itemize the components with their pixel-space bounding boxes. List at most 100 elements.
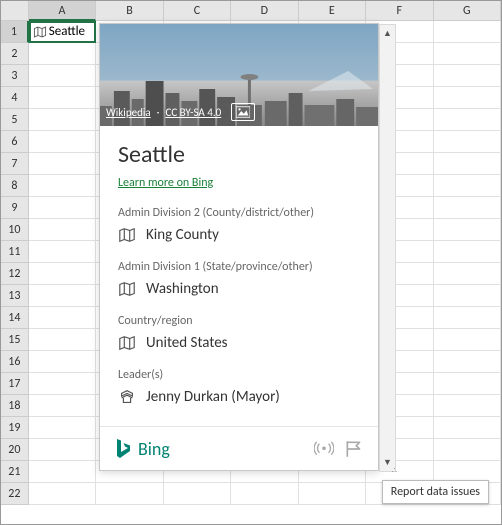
cell[interactable] — [434, 285, 501, 307]
cell[interactable] — [29, 461, 96, 483]
cell[interactable] — [434, 131, 501, 153]
cell[interactable] — [96, 483, 163, 505]
cell[interactable] — [434, 351, 501, 373]
card-field: Leader(s) Jenny Durkan (Mayor) — [118, 368, 360, 406]
cell[interactable] — [29, 197, 96, 219]
cell[interactable] — [29, 219, 96, 241]
cell[interactable] — [29, 417, 96, 439]
cell[interactable] — [434, 153, 501, 175]
field-value-text: Washington — [146, 280, 219, 298]
row-header[interactable]: 3 — [1, 65, 29, 87]
field-value[interactable]: United States — [118, 334, 360, 352]
select-all-corner[interactable] — [1, 1, 29, 21]
column-header[interactable]: B — [96, 1, 163, 21]
row-header[interactable]: 21 — [1, 461, 29, 483]
row-header[interactable]: 19 — [1, 417, 29, 439]
cell[interactable] — [434, 175, 501, 197]
field-value-text: United States — [146, 334, 228, 352]
cell[interactable] — [434, 417, 501, 439]
column-header[interactable]: C — [164, 1, 231, 21]
cell[interactable] — [29, 153, 96, 175]
column-header[interactable]: D — [231, 1, 298, 21]
cell[interactable] — [29, 109, 96, 131]
card-body: Seattle Learn more on Bing Admin Divisio… — [100, 126, 378, 426]
field-value[interactable]: Jenny Durkan (Mayor) — [118, 388, 360, 406]
cell[interactable] — [29, 351, 96, 373]
cell[interactable] — [434, 439, 501, 461]
cell[interactable] — [434, 21, 501, 43]
cell[interactable] — [29, 395, 96, 417]
card-scrollbar[interactable]: ▲ ▼ — [379, 24, 396, 472]
row-header[interactable]: 18 — [1, 395, 29, 417]
cell[interactable] — [434, 43, 501, 65]
row-header[interactable]: 16 — [1, 351, 29, 373]
bing-label: Bing — [138, 438, 170, 460]
row-header[interactable]: 2 — [1, 43, 29, 65]
row-header[interactable]: 15 — [1, 329, 29, 351]
column-header[interactable]: A — [29, 1, 96, 21]
row-header[interactable]: 9 — [1, 197, 29, 219]
cell[interactable] — [434, 197, 501, 219]
cell[interactable] — [231, 483, 298, 505]
row-header[interactable]: 12 — [1, 263, 29, 285]
cell[interactable] — [29, 263, 96, 285]
cell[interactable] — [29, 131, 96, 153]
column-header[interactable]: E — [299, 1, 366, 21]
row-header[interactable]: 17 — [1, 373, 29, 395]
broadcast-icon[interactable] — [314, 439, 334, 459]
cell[interactable] — [434, 263, 501, 285]
resize-handle[interactable]: ∴ — [392, 466, 396, 476]
cell[interactable]: Seattle — [29, 21, 97, 43]
cell[interactable] — [29, 373, 96, 395]
field-label: Leader(s) — [118, 368, 360, 382]
cell[interactable] — [434, 373, 501, 395]
row-header[interactable]: 4 — [1, 87, 29, 109]
column-header[interactable]: F — [366, 1, 433, 21]
cell[interactable] — [299, 483, 366, 505]
row-header[interactable]: 6 — [1, 131, 29, 153]
cell[interactable] — [434, 65, 501, 87]
cell[interactable] — [29, 43, 96, 65]
row-header[interactable]: 8 — [1, 175, 29, 197]
learn-more-link[interactable]: Learn more on Bing — [118, 176, 213, 190]
cell[interactable] — [29, 241, 96, 263]
hero-source-link[interactable]: Wikipedia — [106, 106, 151, 119]
cell[interactable] — [29, 285, 96, 307]
cell[interactable] — [434, 329, 501, 351]
bing-brand[interactable]: Bing — [114, 438, 170, 460]
cell[interactable] — [29, 65, 96, 87]
tooltip: Report data issues — [382, 480, 489, 504]
image-icon[interactable] — [231, 103, 255, 121]
row-header[interactable]: 20 — [1, 439, 29, 461]
row-header[interactable]: 13 — [1, 285, 29, 307]
scroll-up-button[interactable]: ▲ — [380, 25, 395, 42]
row-header[interactable]: 14 — [1, 307, 29, 329]
cell[interactable] — [434, 241, 501, 263]
cell[interactable] — [434, 109, 501, 131]
card-footer: Bing — [100, 426, 378, 470]
row-header[interactable]: 5 — [1, 109, 29, 131]
cell[interactable] — [434, 87, 501, 109]
column-header[interactable]: G — [434, 1, 501, 21]
cell[interactable] — [29, 483, 96, 505]
map-icon — [118, 334, 136, 352]
cell[interactable] — [29, 329, 96, 351]
flag-icon[interactable] — [344, 439, 364, 459]
field-value[interactable]: Washington — [118, 280, 360, 298]
cell[interactable] — [434, 219, 501, 241]
hero-license-link[interactable]: CC BY-SA 4.0 — [165, 106, 221, 119]
cell[interactable] — [29, 175, 96, 197]
row-header[interactable]: 11 — [1, 241, 29, 263]
cell[interactable] — [434, 395, 501, 417]
field-value[interactable]: King County — [118, 226, 360, 244]
cell[interactable] — [29, 439, 96, 461]
row-header[interactable]: 1 — [1, 21, 29, 43]
cell[interactable] — [434, 307, 501, 329]
card-hero-image[interactable]: Wikipedia · CC BY-SA 4.0 — [100, 24, 378, 126]
cell[interactable] — [29, 307, 96, 329]
row-header[interactable]: 10 — [1, 219, 29, 241]
row-header[interactable]: 22 — [1, 483, 29, 505]
cell[interactable] — [164, 483, 231, 505]
cell[interactable] — [29, 87, 96, 109]
row-header[interactable]: 7 — [1, 153, 29, 175]
